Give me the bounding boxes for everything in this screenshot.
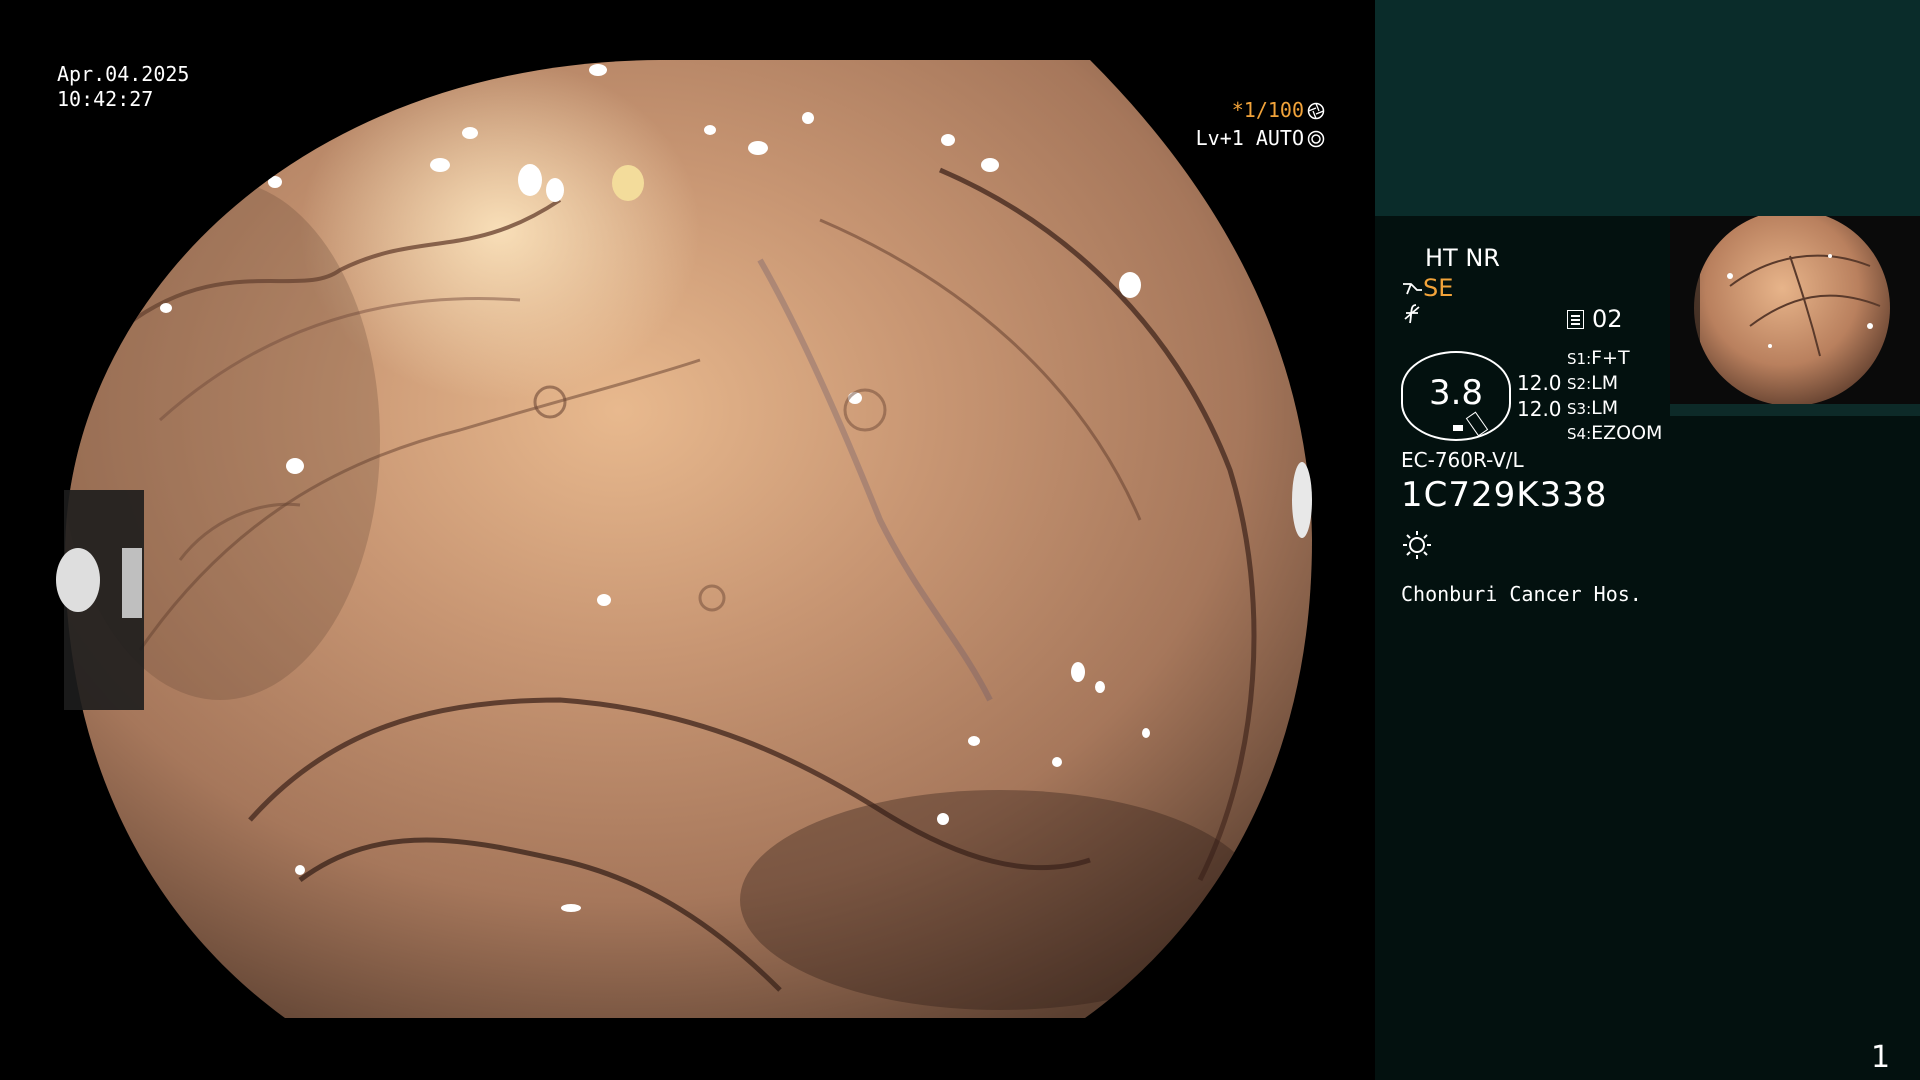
zoom-value: 3.8	[1428, 373, 1484, 413]
shutter-readout: *1/100	[1232, 98, 1325, 123]
freeze-icon	[1404, 304, 1420, 324]
gauge-value-1: 12.0	[1517, 371, 1562, 395]
thumbnail-caption-bar	[1670, 404, 1920, 416]
panel-header-area	[1375, 0, 1920, 216]
switch-3-assignment: S3:LM	[1567, 397, 1618, 419]
time-text: 10:42:27	[57, 87, 154, 111]
memo-icon	[1567, 310, 1584, 329]
light-level-readout: Lv+1 AUTO	[1196, 126, 1325, 151]
se-indicator: SE	[1401, 274, 1453, 302]
switch-value: F+T	[1591, 347, 1630, 369]
gauge-value-2: 12.0	[1517, 397, 1562, 421]
thumbnail-preview[interactable]	[1670, 216, 1920, 404]
scope-serial-number: 1C729K338	[1401, 475, 1608, 515]
endoscope-image	[56, 60, 1312, 1018]
scope-model: EC-760R-V/L	[1401, 448, 1524, 472]
switch-key: S1:	[1567, 350, 1592, 368]
switch-4-assignment: S4:EZOOM	[1567, 422, 1662, 444]
switch-value: EZOOM	[1591, 422, 1663, 444]
switch-key: S2:	[1567, 375, 1592, 393]
page-number: 1	[1871, 1040, 1891, 1075]
switch-1-assignment: S1:F+T	[1567, 347, 1630, 369]
switch-value: LM	[1591, 397, 1619, 419]
iris-icon	[1307, 130, 1325, 148]
switch-value: LM	[1591, 372, 1619, 394]
thumbnail-image	[1670, 216, 1890, 404]
se-label: SE	[1423, 274, 1454, 302]
pencil-icon	[1465, 411, 1489, 437]
switch-key: S3:	[1567, 400, 1592, 418]
info-panel: HT NR SE 02 3.8 12.0 12.0 S1:F+T S2:LM S…	[1375, 0, 1920, 1080]
ht-nr-label: HT NR	[1425, 244, 1500, 272]
date-time-readout: Apr.04.2025 10:42:27	[57, 62, 189, 112]
date-text: Apr.04.2025	[57, 62, 190, 86]
sun-icon	[1403, 531, 1431, 559]
scope-tip-icon	[1403, 283, 1422, 295]
hospital-name: Chonburi Cancer Hos.	[1401, 582, 1642, 606]
level-text: Lv+1 AUTO	[1195, 126, 1304, 150]
zoom-gauge: 3.8	[1401, 351, 1511, 441]
shutter-text: *1/100	[1231, 98, 1304, 122]
aperture-icon	[1307, 102, 1325, 120]
endoscope-view: Apr.04.2025 10:42:27 *1/100 Lv+1 AUTO	[0, 0, 1375, 1080]
switch-2-assignment: S2:LM	[1567, 372, 1618, 394]
memo-value: 02	[1592, 305, 1623, 333]
gauge-marker	[1453, 425, 1463, 431]
freeze-indicator	[1402, 303, 1422, 331]
switch-key: S4:	[1567, 425, 1592, 443]
memo-counter: 02	[1567, 305, 1623, 333]
